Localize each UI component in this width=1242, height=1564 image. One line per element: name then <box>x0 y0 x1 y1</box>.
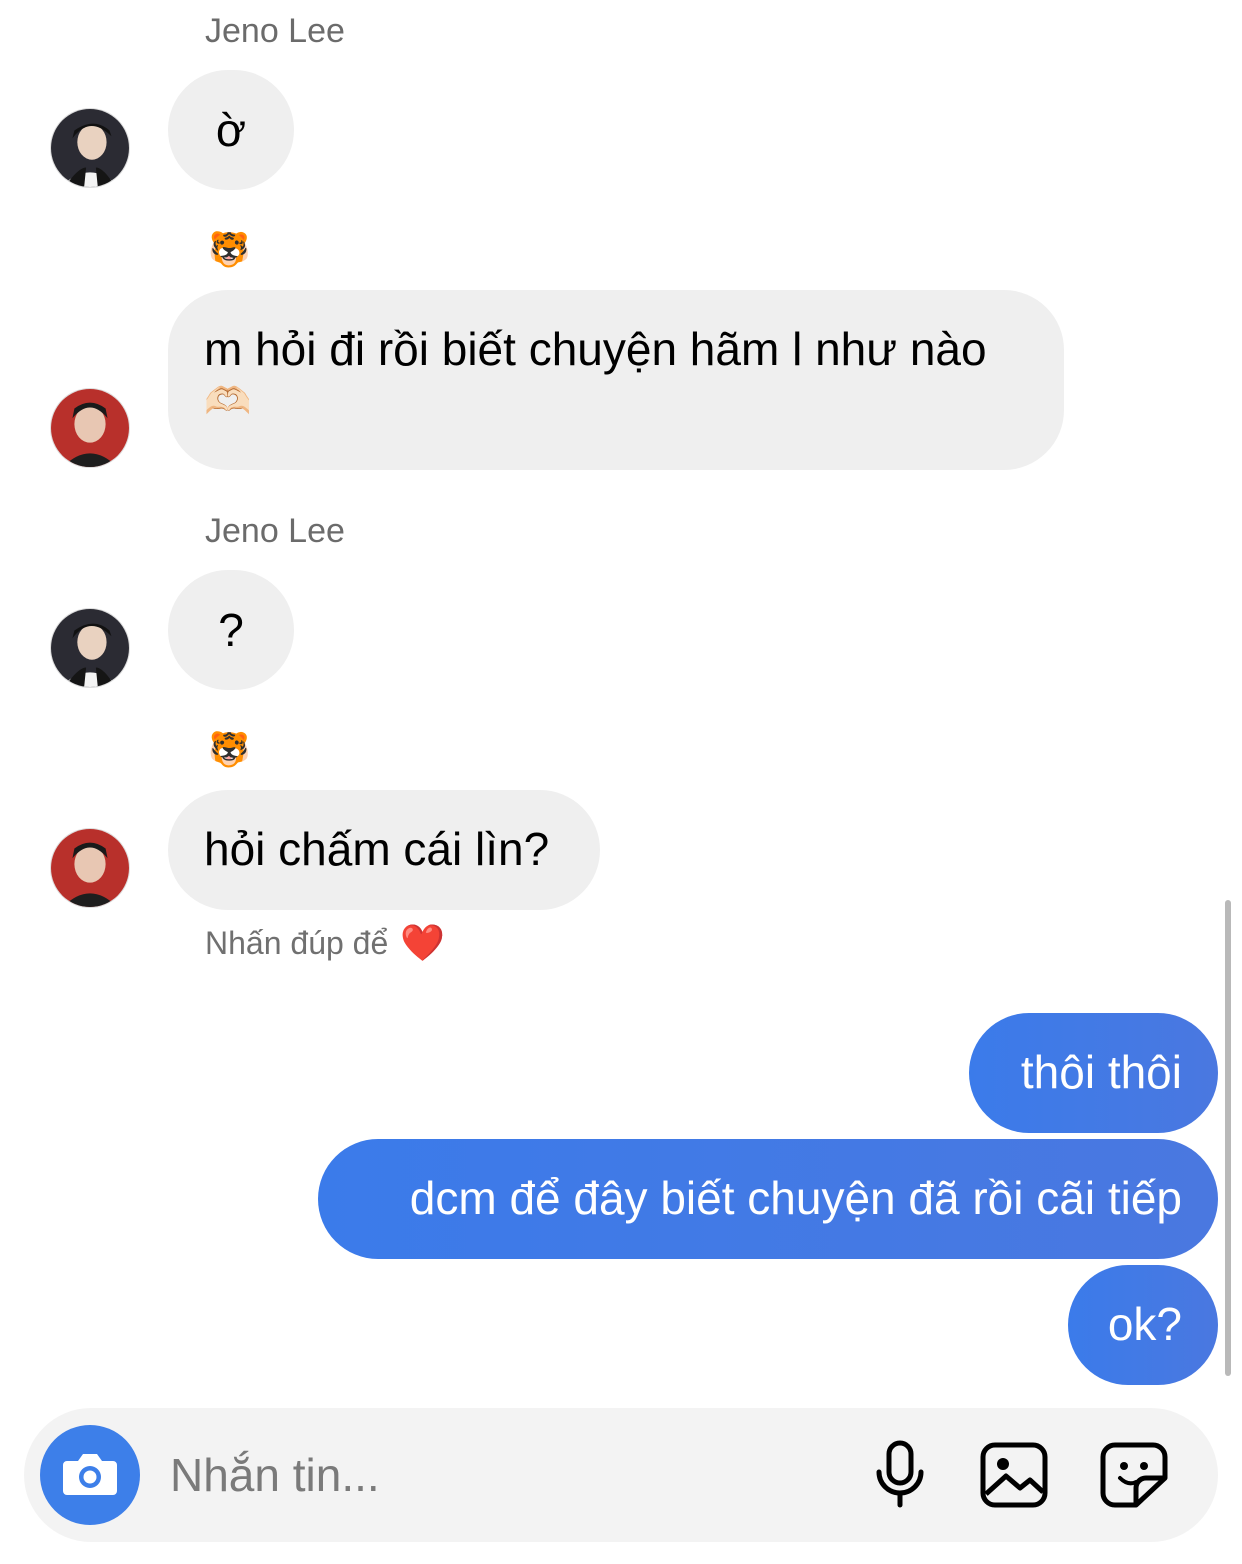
tiger-emoji: 🐯 <box>208 231 251 269</box>
camera-button[interactable] <box>40 1425 140 1525</box>
avatar-jeno[interactable] <box>50 108 130 188</box>
heart-hands-emoji: 🫶🏻 <box>204 381 252 423</box>
message-text: hỏi chấm cái lìn? <box>204 823 550 875</box>
avatar-friend[interactable] <box>50 388 130 468</box>
message-input[interactable]: Nhắn tin... <box>170 1448 380 1502</box>
heart-emoji: ❤️ <box>400 922 446 963</box>
camera-icon <box>61 1449 119 1502</box>
message-text: thôi thôi <box>1020 1046 1182 1098</box>
sender-name: Jeno Lee <box>205 12 345 50</box>
avatar-friend[interactable] <box>50 828 130 908</box>
outgoing-message-bubble[interactable]: thôi thôi <box>969 1013 1218 1133</box>
tiger-emoji: 🐯 <box>208 731 251 769</box>
sender-name: Jeno Lee <box>205 512 345 550</box>
gallery-icon[interactable] <box>980 1442 1048 1508</box>
message-text: m hỏi đi rồi biết chuyện hãm l như nào <box>204 323 987 375</box>
message-text: ờ <box>215 104 247 156</box>
message-text: ok? <box>1107 1298 1182 1350</box>
message-bubble[interactable]: hỏi chấm cái lìn? <box>168 790 600 910</box>
hint-text: Nhấn đúp để <box>205 924 389 961</box>
outgoing-message-bubble[interactable]: ok? <box>1068 1265 1218 1385</box>
message-text: dcm để đây biết chuyện đã rồi cãi tiếp <box>409 1172 1182 1224</box>
sticker-icon[interactable] <box>1100 1442 1168 1508</box>
message-bubble[interactable]: m hỏi đi rồi biết chuyện hãm l như nào 🫶… <box>168 290 1064 470</box>
double-tap-hint: Nhấn đúp để ❤️ <box>205 922 445 964</box>
scrollbar[interactable] <box>1225 900 1231 1376</box>
outgoing-message-bubble[interactable]: dcm để đây biết chuyện đã rồi cãi tiếp <box>318 1139 1218 1259</box>
microphone-icon[interactable] <box>872 1440 928 1510</box>
avatar-jeno[interactable] <box>50 608 130 688</box>
message-text: ? <box>218 604 244 656</box>
message-bubble[interactable]: ờ <box>168 70 294 190</box>
message-bubble[interactable]: ? <box>168 570 294 690</box>
